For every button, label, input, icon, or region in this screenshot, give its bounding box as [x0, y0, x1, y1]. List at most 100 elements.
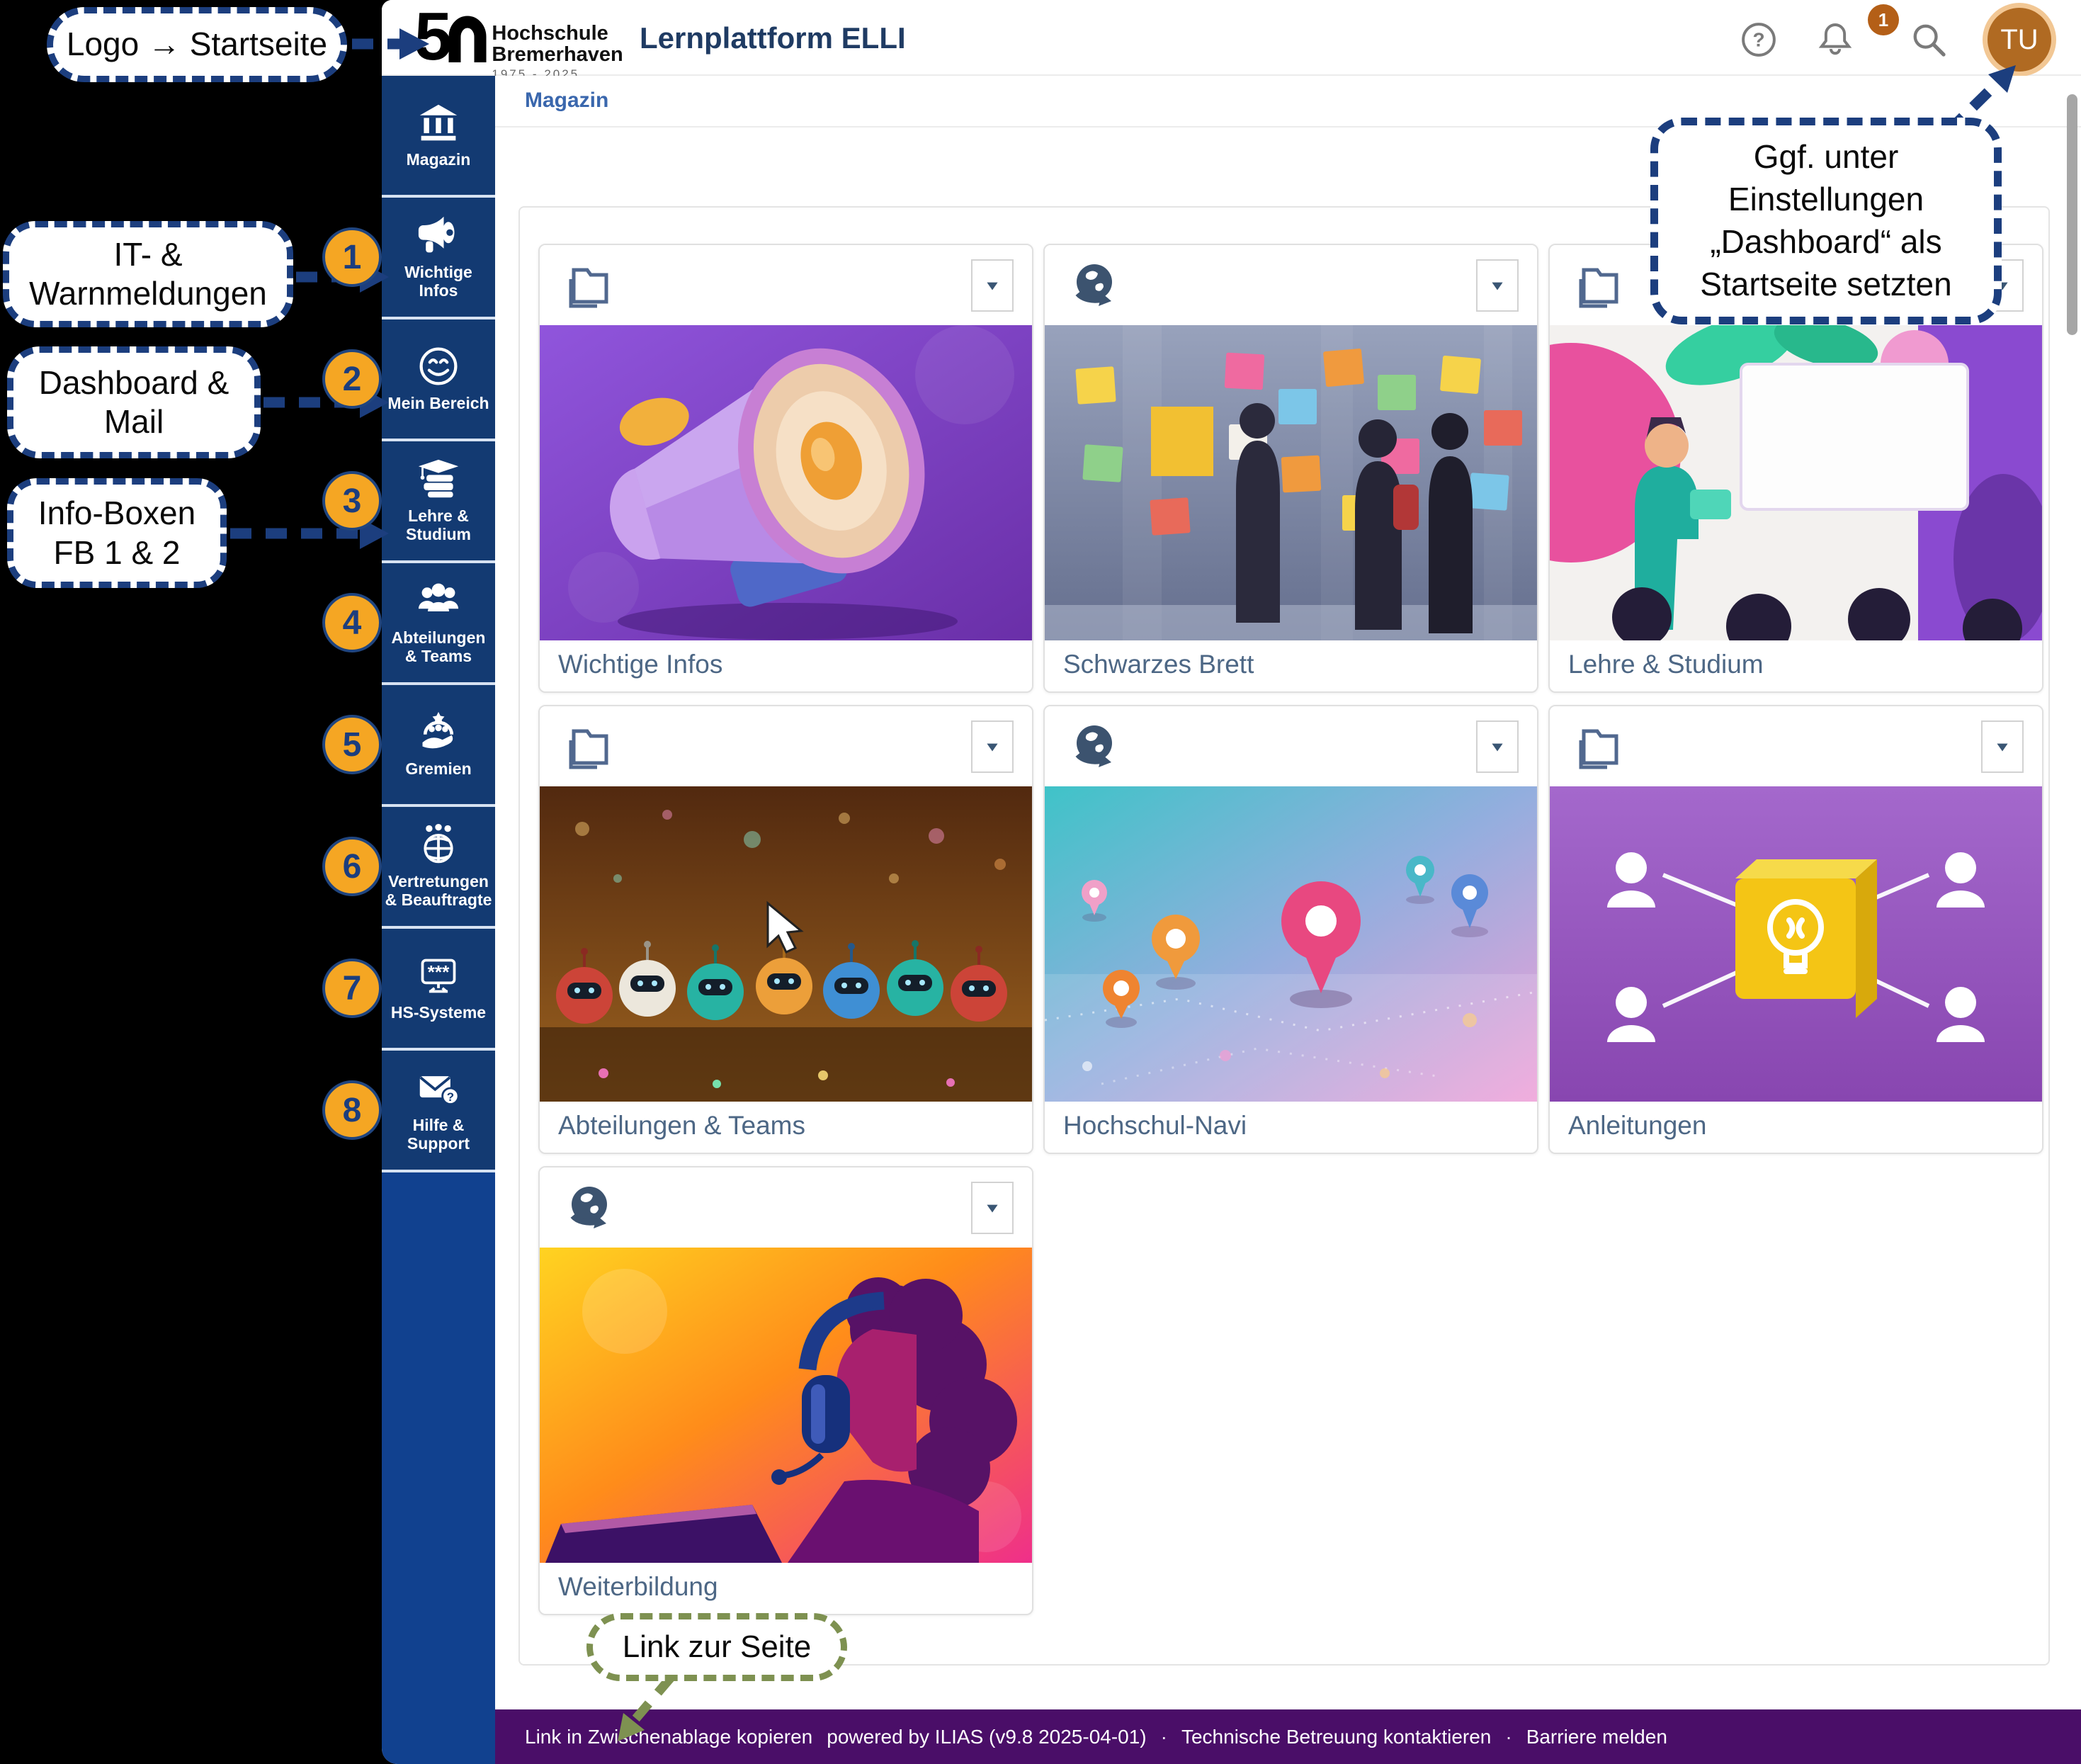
chevron-down-icon [983, 737, 1002, 756]
footer-contact-support[interactable]: Technische Betreuung kontaktieren [1181, 1726, 1491, 1748]
badge-8: 8 [322, 1080, 382, 1140]
card-actions-dropdown[interactable] [971, 1182, 1014, 1234]
badge-5: 5 [322, 715, 382, 774]
annotated-screenshot: 5 Hochschule Bremerhaven 1975 - 2025 Ler… [0, 0, 2081, 1764]
card-image-lightbulb[interactable] [1550, 786, 2042, 1102]
callout-it-warnmeldungen: IT- & Warnmeldungen [3, 221, 293, 327]
card-actions-dropdown[interactable] [1981, 720, 2024, 773]
badge-2: 2 [322, 349, 382, 409]
card-actions-dropdown[interactable] [1476, 259, 1519, 312]
card-header [1550, 706, 2042, 786]
sidebar-item-hs-systeme[interactable]: *** HS-Systeme [382, 929, 495, 1051]
svg-text:?: ? [447, 1090, 454, 1104]
globe-people-icon [417, 823, 460, 866]
sidebar-item-abteilungen-teams[interactable]: Abteilungen & Teams [382, 563, 495, 685]
logo-text: Hochschule Bremerhaven 1975 - 2025 [492, 23, 623, 81]
top-bar: 5 Hochschule Bremerhaven 1975 - 2025 Ler… [382, 0, 2081, 76]
page-title: Lernplattform ELLI [640, 21, 906, 55]
card-image-pinboard[interactable] [1045, 325, 1537, 640]
sidebar-item-vertretungen-beauftragte[interactable]: Vertretungen & Beauftragte [382, 807, 495, 929]
help-icon[interactable]: ? [1739, 20, 1779, 60]
card-title[interactable]: Hochschul-Navi [1045, 1102, 1537, 1154]
badge-1: 1 [322, 227, 382, 287]
card-actions-dropdown[interactable] [1476, 720, 1519, 773]
card-header [1045, 245, 1537, 325]
sidebar-item-mein-bereich[interactable]: Mein Bereich [382, 320, 495, 441]
folder-icon [564, 722, 615, 773]
card-hochschul-navi: Hochschul-Navi [1043, 705, 1538, 1154]
card-title[interactable]: Wichtige Infos [540, 640, 1032, 693]
card-image-megaphone[interactable] [540, 325, 1032, 640]
card-header [540, 706, 1032, 786]
avatar[interactable]: TU [1988, 8, 2051, 72]
chevron-down-icon [1488, 276, 1507, 295]
logo-50-mark: 5 [414, 7, 487, 67]
footer-copy-permalink[interactable]: Link in Zwischenablage kopieren [525, 1726, 812, 1748]
mail-question-icon: ? [417, 1067, 460, 1109]
chevron-down-icon [983, 1199, 1002, 1217]
scrollbar-thumb[interactable] [2067, 94, 2077, 335]
callout-dashboard-mail: Dashboard & Mail [7, 346, 261, 458]
card-abteilungen-teams: Abteilungen & Teams [538, 705, 1033, 1154]
main-sidebar: Magazin Wichtige Infos Mein Bereich Lehr… [382, 76, 495, 1764]
weblink-icon [1069, 722, 1120, 773]
weblink-icon [1069, 261, 1120, 312]
card-anleitungen: Anleitungen [1548, 705, 2043, 1154]
hochschule-bremerhaven-logo[interactable]: 5 Hochschule Bremerhaven 1975 - 2025 [414, 7, 623, 81]
sidebar-item-magazin[interactable]: Magazin [382, 76, 495, 198]
card-actions-dropdown[interactable] [971, 720, 1014, 773]
card-image-presentation[interactable] [1550, 325, 2042, 640]
breadcrumb-magazin-link[interactable]: Magazin [525, 89, 608, 113]
card-image-map-pins[interactable] [1045, 786, 1537, 1102]
smiley-icon [417, 345, 460, 388]
card-header [540, 245, 1032, 325]
sidebar-item-lehre-studium[interactable]: Lehre & Studium [382, 441, 495, 563]
badge-7: 7 [322, 959, 382, 1018]
svg-text:?: ? [1752, 29, 1764, 51]
card-image-robots[interactable] [540, 786, 1032, 1102]
notification-count-badge: 1 [1868, 4, 1899, 35]
card-image-headphones-person[interactable] [540, 1248, 1032, 1563]
folder-icon [1574, 722, 1625, 773]
card-weiterbildung: Weiterbildung [538, 1166, 1033, 1615]
committee-icon [417, 711, 460, 753]
callout-dashboard-startseite-hinweis: Ggf. unter Einstellungen „Dashboard“ als… [1650, 118, 2002, 324]
footer: Link in Zwischenablage kopieren powered … [495, 1709, 2081, 1764]
chevron-down-icon [1488, 737, 1507, 756]
callout-logo-startseite: Logo → Startseite [47, 7, 347, 82]
search-icon[interactable] [1909, 20, 1949, 60]
bank-icon [417, 101, 460, 144]
sidebar-item-hilfe-support[interactable]: ? Hilfe & Support [382, 1051, 495, 1172]
card-wichtige-infos: Wichtige Infos [538, 244, 1033, 693]
chevron-down-icon [983, 276, 1002, 295]
footer-powered-by: powered by ILIAS (v9.8 2025-04-01) [827, 1726, 1146, 1748]
education-icon [417, 458, 460, 500]
footer-report-barrier[interactable]: Barriere melden [1526, 1726, 1667, 1748]
card-title[interactable]: Lehre & Studium [1550, 640, 2042, 693]
badge-6: 6 [322, 837, 382, 896]
badge-4: 4 [322, 593, 382, 652]
sidebar-item-gremien[interactable]: Gremien [382, 685, 495, 807]
callout-infoboxen: Info-Boxen FB 1 & 2 [7, 478, 227, 588]
sidebar-item-wichtige-infos[interactable]: Wichtige Infos [382, 198, 495, 320]
notifications-bell-icon[interactable] [1815, 20, 1855, 60]
card-header [540, 1167, 1032, 1248]
card-title[interactable]: Anleitungen [1550, 1102, 2042, 1154]
chevron-down-icon [1993, 737, 2012, 756]
card-title[interactable]: Weiterbildung [540, 1563, 1032, 1615]
logo-five: 5 [414, 7, 449, 67]
card-title[interactable]: Schwarzes Brett [1045, 640, 1537, 693]
people-icon [417, 579, 460, 622]
card-header [1045, 706, 1537, 786]
weblink-icon [564, 1183, 615, 1234]
card-title[interactable]: Abteilungen & Teams [540, 1102, 1032, 1154]
logo-zero-arch-icon [448, 11, 487, 62]
badge-3: 3 [322, 471, 382, 531]
card-actions-dropdown[interactable] [971, 259, 1014, 312]
svg-text:***: *** [428, 961, 450, 983]
main-content: Wichtige Infos [495, 128, 2081, 1709]
folder-icon [1574, 261, 1625, 312]
card-schwarzes-brett: Schwarzes Brett [1043, 244, 1538, 693]
monitor-icon: *** [417, 954, 460, 997]
footer-separator: · [1161, 1726, 1167, 1748]
